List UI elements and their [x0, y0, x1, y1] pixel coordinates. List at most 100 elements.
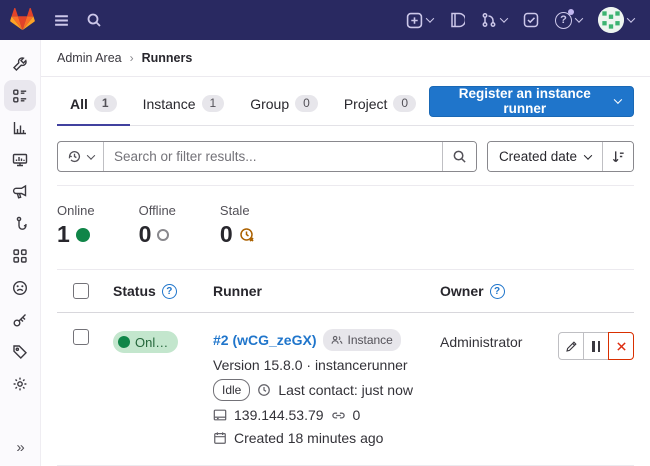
- merge-requests-dropdown[interactable]: [475, 7, 513, 33]
- sidebar-item-analytics[interactable]: [4, 112, 36, 143]
- search-filter-box: [57, 141, 477, 172]
- sidebar-item-abuse-reports[interactable]: [4, 272, 36, 303]
- tab-instance[interactable]: Instance 1: [130, 83, 238, 126]
- tab-project[interactable]: Project 0: [331, 83, 429, 126]
- hamburger-menu-icon[interactable]: [47, 7, 76, 34]
- delete-runner-button[interactable]: [608, 332, 634, 360]
- sidebar-item-settings[interactable]: [4, 368, 36, 399]
- new-menu-dropdown[interactable]: [400, 7, 439, 34]
- offline-count: 0: [139, 221, 152, 248]
- avatar: [598, 7, 624, 33]
- calendar-icon: [213, 431, 227, 445]
- todos-icon[interactable]: [517, 7, 545, 33]
- stale-count: 0: [220, 221, 233, 248]
- online-status-icon: [76, 228, 90, 242]
- sort-direction-button[interactable]: [602, 142, 633, 171]
- runner-link[interactable]: #2 (wCG_zeGX): [213, 331, 316, 349]
- chevron-down-icon: [87, 151, 95, 159]
- tag-icon: [12, 344, 28, 360]
- filter-row: Created date: [57, 141, 634, 172]
- pencil-icon: [565, 340, 578, 353]
- tab-project-count: 0: [393, 95, 416, 112]
- owner-help-icon[interactable]: ?: [490, 284, 505, 299]
- link-icon: [331, 408, 346, 423]
- bar-chart-icon: [12, 120, 28, 136]
- sidebar-item-monitoring[interactable]: [4, 144, 36, 175]
- runner-idle-badge: Idle: [213, 379, 250, 401]
- runner-created: Created 18 minutes ago: [234, 429, 383, 447]
- select-all-checkbox[interactable]: [73, 283, 89, 299]
- offline-status-icon: [157, 229, 169, 241]
- sidebar-item-labels[interactable]: [4, 336, 36, 367]
- runner-version: Version 15.8.0 · instancerunner: [213, 356, 408, 374]
- top-bar: ?: [0, 0, 650, 40]
- status-help-icon[interactable]: ?: [162, 284, 177, 299]
- tab-all-count: 1: [94, 95, 117, 112]
- online-dot-icon: [118, 336, 130, 348]
- tab-instance-count: 1: [202, 95, 225, 112]
- collapse-sidebar-button[interactable]: »: [0, 439, 41, 456]
- sidebar-item-messages[interactable]: [4, 176, 36, 207]
- chevron-down-icon: [584, 151, 592, 159]
- help-dropdown[interactable]: ?: [549, 7, 588, 34]
- sidebar-item-system-hooks[interactable]: [4, 208, 36, 239]
- runner-ip: 139.144.53.79: [234, 406, 324, 424]
- runner-type-tabs: All 1 Instance 1 Group 0 Project 0: [57, 83, 429, 125]
- runner-status-badge: Online: [113, 331, 178, 353]
- history-icon: [67, 149, 82, 164]
- tab-all[interactable]: All 1: [57, 83, 130, 126]
- monitor-icon: [12, 152, 28, 168]
- close-icon: [615, 340, 628, 353]
- runner-last-contact: Last contact: just now: [278, 381, 413, 399]
- gear-icon: [12, 376, 28, 392]
- runner-row: Online #2 (wCG_zeGX) Instance Version 15…: [57, 313, 634, 466]
- gitlab-logo-icon[interactable]: [10, 8, 35, 32]
- sidebar-item-overview[interactable]: [4, 80, 36, 111]
- search-input[interactable]: [103, 142, 442, 171]
- notification-dot: [568, 9, 574, 15]
- runner-row-checkbox[interactable]: [73, 329, 89, 345]
- tab-group[interactable]: Group 0: [237, 83, 331, 126]
- pause-runner-button[interactable]: [583, 332, 609, 360]
- user-menu-dropdown[interactable]: [592, 2, 640, 38]
- chevron-down-icon: [500, 14, 508, 22]
- runner-column-header: Runner: [213, 283, 440, 299]
- owner-column-header: Owner ?: [440, 283, 558, 299]
- search-icon: [452, 149, 467, 164]
- online-count: 1: [57, 221, 70, 248]
- chevron-down-icon: [627, 14, 635, 22]
- main-content: Admin Area › Runners All 1 Instance 1 Gr…: [41, 40, 650, 466]
- sidebar-item-admin-area[interactable]: [4, 48, 36, 79]
- runner-link-count: 0: [353, 406, 361, 424]
- chevron-down-icon: [614, 95, 622, 103]
- runner-actions: [558, 332, 634, 360]
- chevron-down-icon: [575, 14, 583, 22]
- runner-type-badge: Instance: [323, 329, 400, 351]
- search-submit-button[interactable]: [442, 142, 476, 171]
- chevron-down-icon: [426, 14, 434, 22]
- stat-online: Online 1: [57, 203, 95, 248]
- breadcrumb-admin-area[interactable]: Admin Area: [57, 51, 122, 65]
- edit-runner-button[interactable]: [558, 332, 584, 360]
- sidebar-item-applications[interactable]: [4, 240, 36, 271]
- status-column-header: Status ?: [113, 283, 213, 299]
- sort-by-dropdown[interactable]: Created date: [488, 142, 602, 171]
- runner-summary-cell: #2 (wCG_zeGX) Instance Version 15.8.0 · …: [213, 329, 440, 447]
- hook-icon: [12, 216, 28, 232]
- recent-searches-dropdown[interactable]: [58, 142, 103, 171]
- breadcrumb: Admin Area › Runners: [41, 40, 650, 77]
- sidebar-item-deploy-keys[interactable]: [4, 304, 36, 335]
- stale-clock-icon: [239, 227, 255, 243]
- runners-table-header: Status ? Runner Owner ?: [57, 270, 634, 313]
- issues-icon[interactable]: [443, 7, 471, 33]
- runner-owner[interactable]: Administrator: [440, 329, 558, 350]
- key-icon: [12, 312, 28, 328]
- runner-tabs-row: All 1 Instance 1 Group 0 Project 0 Regis…: [57, 83, 634, 126]
- clock-icon: [257, 383, 271, 397]
- register-instance-runner-button[interactable]: Register an instance runner: [429, 86, 634, 117]
- stat-stale: Stale 0: [220, 203, 255, 248]
- bullhorn-icon: [12, 184, 28, 200]
- breadcrumb-runners: Runners: [142, 51, 193, 65]
- search-icon[interactable]: [80, 7, 108, 33]
- apps-grid-icon: [12, 248, 28, 264]
